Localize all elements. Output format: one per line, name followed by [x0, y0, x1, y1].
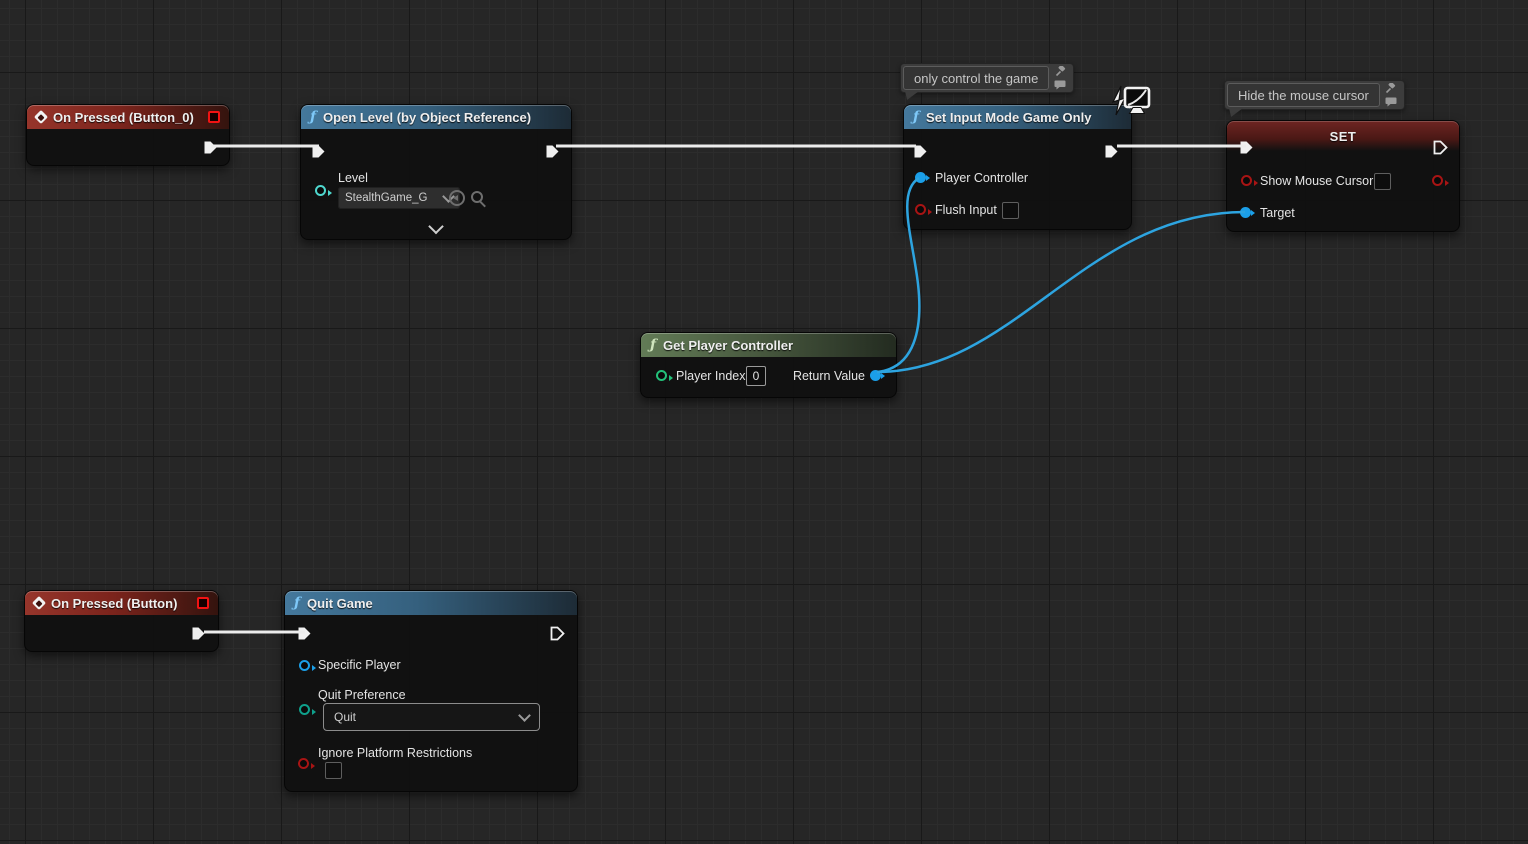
pin-label-quit-preference: Quit Preference: [318, 688, 406, 702]
node-open-level[interactable]: ƒ Open Level (by Object Reference) Level…: [300, 104, 572, 240]
function-icon: ƒ: [913, 109, 920, 125]
specific-player-pin[interactable]: [299, 660, 316, 671]
event-icon: [33, 109, 49, 125]
comment-bubble-hide-cursor[interactable]: Hide the mouse cursor: [1224, 80, 1405, 117]
pin-label-target: Target: [1260, 206, 1295, 220]
pin-label-return-value: Return Value: [792, 369, 865, 383]
show-mouse-cursor-pin-out[interactable]: [1432, 175, 1449, 186]
flush-input-pin[interactable]: [915, 204, 932, 215]
exec-pin-in[interactable]: [1239, 140, 1254, 155]
comment-tail: [905, 91, 919, 100]
show-mouse-cursor-pin-in[interactable]: [1241, 175, 1258, 186]
node-title: Set Input Mode Game Only: [926, 109, 1092, 125]
quit-preference-value: Quit: [334, 710, 357, 724]
comment-tail: [1229, 108, 1243, 117]
node-title: SET: [1329, 128, 1357, 144]
pin-label-player-index: Player Index: [676, 369, 746, 383]
exec-pin-in[interactable]: [913, 144, 928, 159]
data-wire-returnvalue-target[interactable]: [876, 210, 1246, 374]
ignore-platform-restrictions-pin[interactable]: [298, 758, 315, 769]
node-title: Open Level (by Object Reference): [323, 109, 532, 125]
pin-label-flush-input: Flush Input: [935, 203, 997, 217]
delegate-pin-icon[interactable]: [208, 111, 220, 123]
player-index-pin[interactable]: [656, 370, 673, 381]
node-on-pressed-button0[interactable]: On Pressed (Button_0): [26, 104, 230, 166]
pin-label-show-mouse-cursor: Show Mouse Cursor: [1260, 174, 1374, 188]
ignore-platform-restrictions-checkbox[interactable]: [325, 762, 342, 779]
pin-label-ignore-platform-restrictions: Ignore Platform Restrictions: [318, 746, 473, 760]
node-get-player-controller[interactable]: ƒ Get Player Controller Player Index 0 R…: [640, 332, 897, 398]
node-title: On Pressed (Button_0): [53, 109, 194, 125]
return-value-pin[interactable]: [870, 370, 885, 381]
exec-pin-in[interactable]: [311, 144, 326, 159]
quit-preference-dropdown[interactable]: Quit: [323, 703, 540, 731]
comment-bubble-icon[interactable]: [1054, 80, 1066, 90]
pin-label-player-controller: Player Controller: [935, 171, 1029, 185]
function-icon: ƒ: [310, 109, 317, 125]
quit-preference-pin[interactable]: [299, 704, 316, 715]
comment-bubble-game-only[interactable]: only control the game: [900, 63, 1075, 100]
event-icon: [31, 595, 47, 611]
pin-icon[interactable]: [1055, 66, 1066, 77]
target-pin[interactable]: [1240, 207, 1255, 218]
comment-text: Hide the mouse cursor: [1227, 83, 1380, 107]
pin-label-specific-player: Specific Player: [318, 658, 401, 672]
comment-text: only control the game: [903, 66, 1050, 90]
node-set-input-mode-game-only[interactable]: ƒ Set Input Mode Game Only Player Contro…: [903, 104, 1132, 230]
show-mouse-cursor-checkbox[interactable]: [1374, 173, 1391, 190]
exec-pin-out[interactable]: [545, 144, 560, 159]
player-controller-pin[interactable]: [915, 172, 930, 183]
exec-pin-out[interactable]: [1104, 144, 1119, 159]
exec-pin-out[interactable]: [191, 626, 206, 641]
blueprint-graph-canvas[interactable]: only control the game Hide the mouse cur…: [0, 0, 1528, 844]
level-pin[interactable]: [315, 185, 332, 196]
pin-label-level: Level: [338, 171, 368, 185]
use-selected-asset-icon[interactable]: [449, 190, 465, 206]
node-title: On Pressed (Button): [51, 595, 178, 611]
expand-advanced-icon[interactable]: [428, 218, 444, 235]
node-title: Get Player Controller: [663, 337, 794, 353]
player-index-input[interactable]: 0: [746, 366, 766, 386]
node-title: Quit Game: [307, 595, 373, 611]
exec-pin-out[interactable]: [1433, 140, 1448, 155]
client-only-monitor-icon: [1111, 85, 1151, 116]
level-asset-dropdown[interactable]: StealthGame_G: [338, 187, 460, 209]
level-asset-value: StealthGame_G: [345, 192, 428, 204]
chevron-down-icon: [518, 708, 531, 722]
delegate-pin-icon[interactable]: [197, 597, 209, 609]
pin-icon[interactable]: [1385, 83, 1396, 94]
exec-pin-in[interactable]: [297, 626, 312, 641]
function-icon: ƒ: [294, 595, 301, 611]
flush-input-checkbox[interactable]: [1002, 202, 1019, 219]
exec-pin-out[interactable]: [203, 140, 218, 155]
exec-pin-out[interactable]: [550, 626, 565, 641]
node-set-show-mouse-cursor[interactable]: SET Show Mouse Cursor Target: [1226, 120, 1460, 232]
node-on-pressed-button[interactable]: On Pressed (Button): [24, 590, 219, 652]
browse-asset-icon[interactable]: [471, 191, 483, 203]
node-quit-game[interactable]: ƒ Quit Game Specific Player Quit Prefere…: [284, 590, 578, 792]
function-icon: ƒ: [650, 337, 657, 353]
comment-bubble-icon[interactable]: [1385, 97, 1397, 107]
